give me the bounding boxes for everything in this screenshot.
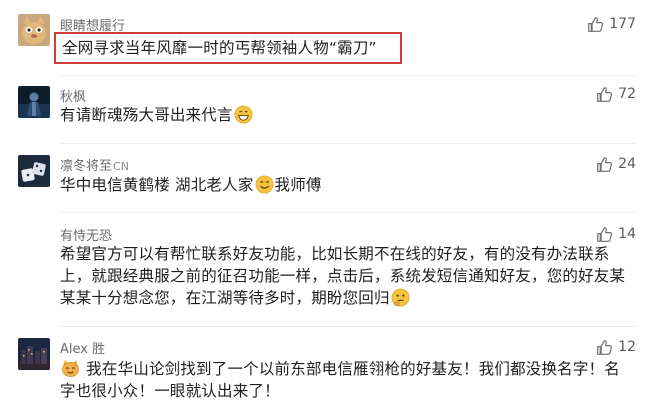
divider <box>60 75 636 76</box>
comment-text: 希望官方可以有帮忙联系好友功能，比如长期不在线的好友，有的没有办法联系 上，就跟… <box>60 243 630 309</box>
username[interactable]: Alex 胜 <box>60 338 105 357</box>
divider <box>60 212 636 213</box>
thumbs-up-icon <box>588 16 604 32</box>
like-button[interactable]: 12 <box>596 337 636 357</box>
like-count: 12 <box>618 339 636 355</box>
smile-emoji-icon <box>255 175 273 194</box>
username[interactable]: 凛冬将至CN <box>60 155 129 174</box>
like-button[interactable]: 177 <box>587 14 636 34</box>
username[interactable]: 有恃无恐 <box>60 225 112 244</box>
comment-line: 上，就跟经典服之前的征召功能一样，点击后，系统发短信通知好友，您的好友某 <box>60 267 626 285</box>
like-count: 14 <box>618 226 636 242</box>
comment-text: 全网寻求当年风靡一时的丐帮领袖人物“霸刀” <box>62 39 377 57</box>
username-suffix: CN <box>113 160 129 173</box>
like-count: 177 <box>609 16 636 32</box>
like-button[interactable]: 24 <box>596 154 636 174</box>
thumbs-up-icon <box>597 156 613 172</box>
avatar-dark-figure-icon[interactable] <box>18 86 50 118</box>
like-count: 72 <box>618 86 636 102</box>
comment-text: 有请断魂殇大哥出来代言 <box>60 104 630 126</box>
cat-emoji-icon <box>62 359 79 377</box>
avatar-city-night-icon[interactable] <box>18 338 50 370</box>
avatar-cat-icon[interactable] <box>18 14 50 46</box>
comment-line: 希望官方可以有帮忙联系好友功能，比如长期不在线的好友，有的没有办法联系 <box>60 245 610 263</box>
divider <box>60 143 636 144</box>
comment-line: 我在华山论剑找到了一个以前东部电信雁翎枪的好基友！我们都没换名字！名 <box>60 358 630 380</box>
comment-line: 某某十分想念您，在江湖等待多时，期盼您回归 <box>60 287 630 309</box>
comment-text: 我在华山论剑找到了一个以前东部电信雁翎枪的好基友！我们都没换名字！名 字也很小众… <box>60 358 630 402</box>
username[interactable]: 秋枫 <box>60 86 86 105</box>
thinking-emoji-icon <box>391 288 410 307</box>
like-count: 24 <box>618 156 636 172</box>
avatar-dice-icon[interactable] <box>18 155 50 187</box>
like-button[interactable]: 72 <box>596 84 636 104</box>
comment-line: 字也很小众！一眼就认出来了！ <box>60 382 280 400</box>
comment-text: 华中电信黄鹤楼 湖北老人家 我师傅 <box>60 175 322 194</box>
like-button[interactable]: 14 <box>596 224 636 244</box>
thumbs-up-icon <box>597 339 613 355</box>
thumbs-up-icon <box>597 86 613 102</box>
divider <box>60 326 636 327</box>
grin-emoji-icon <box>234 105 253 124</box>
thumbs-up-icon <box>597 226 613 242</box>
